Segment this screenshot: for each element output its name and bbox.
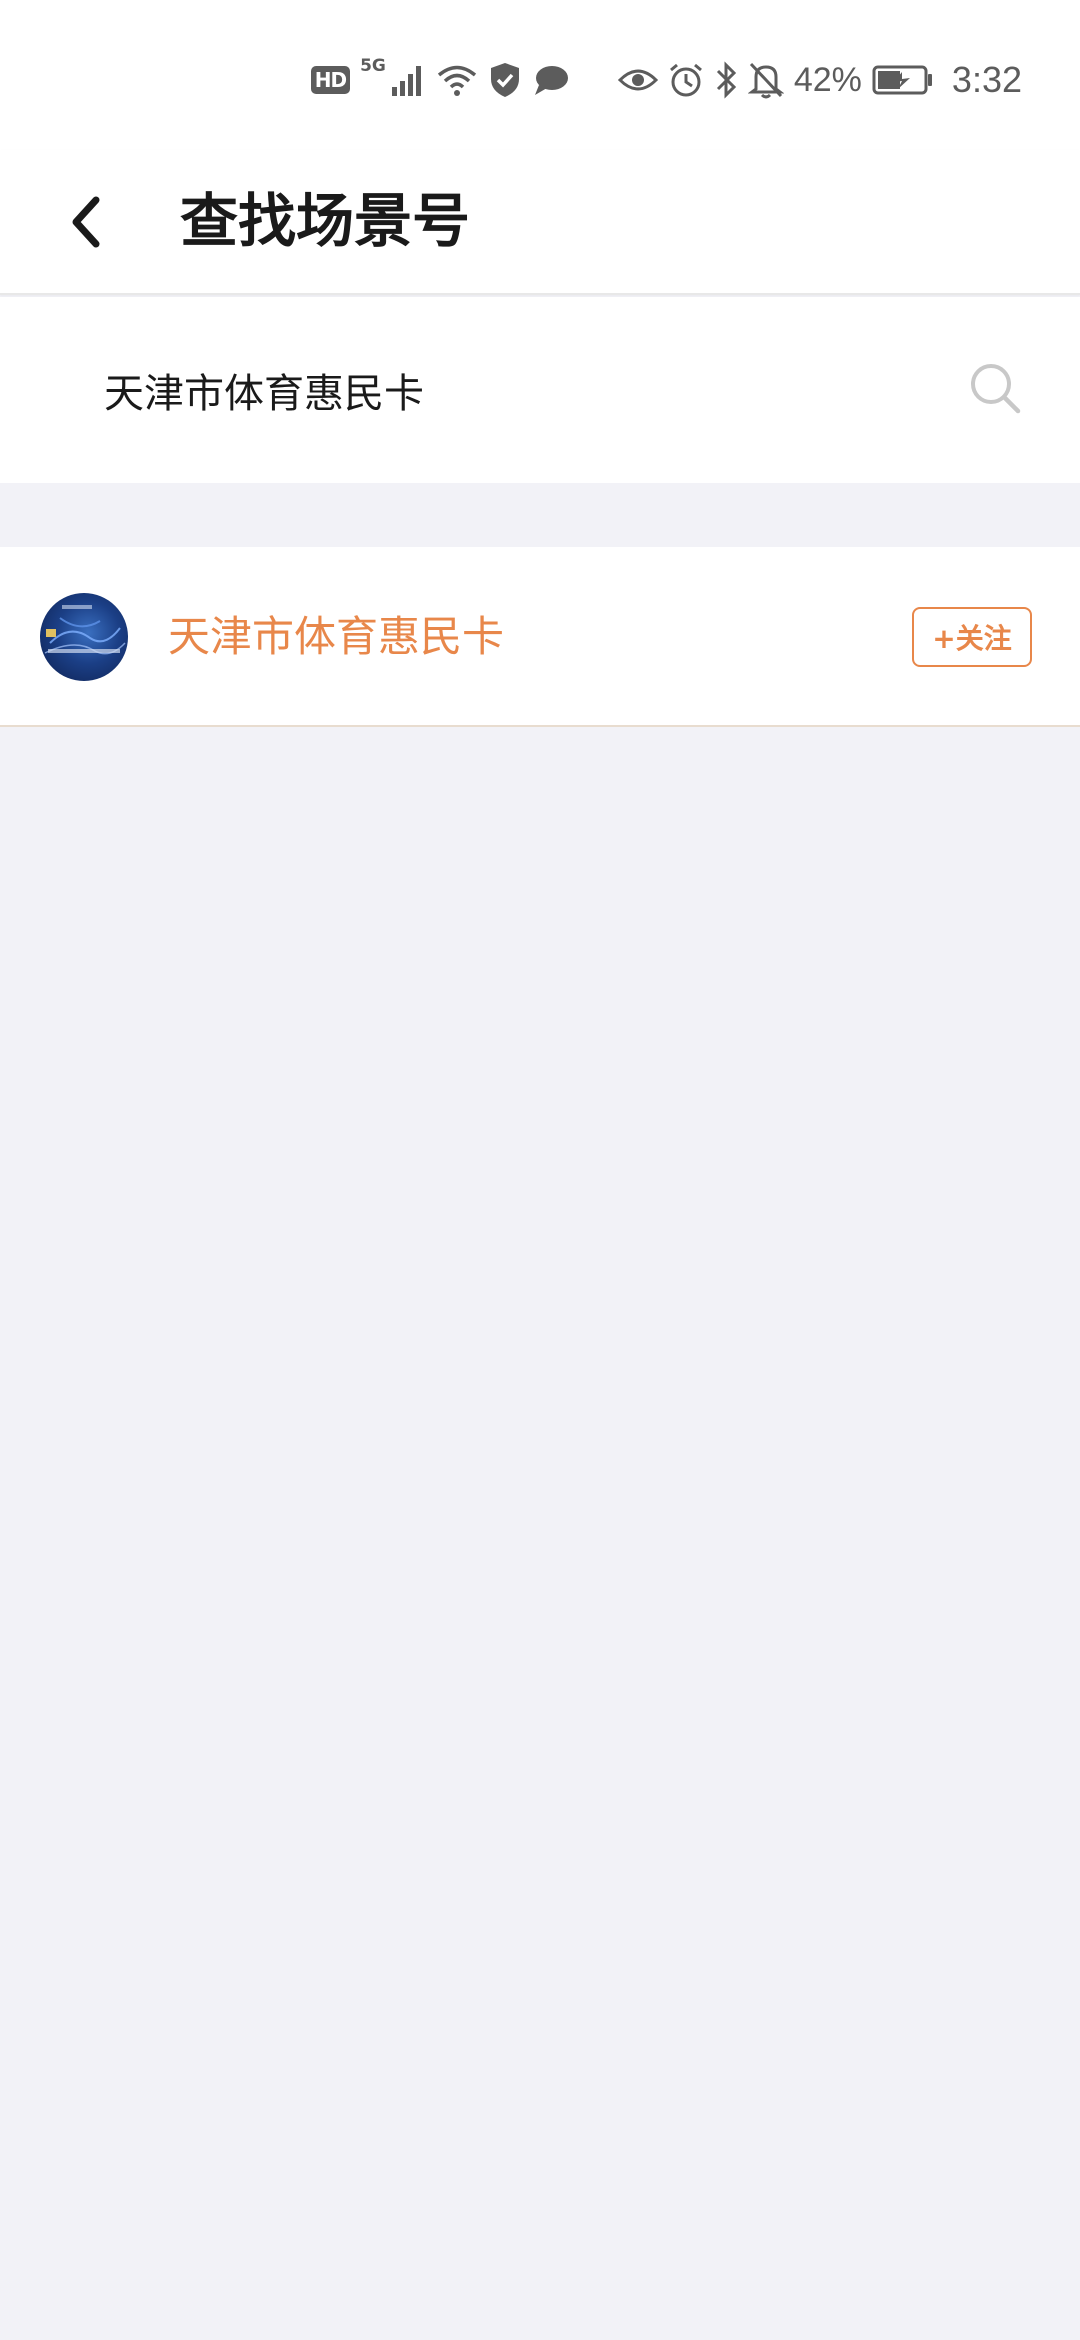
clock: 3:32 (951, 59, 1022, 100)
result-list: 天津市体育惠民卡 +关注 (0, 547, 1080, 727)
result-name: 天津市体育惠民卡 (168, 612, 505, 661)
search-icon (971, 364, 1021, 414)
wifi-icon (436, 63, 478, 97)
app-header: 查找场景号 (0, 150, 1080, 295)
search-button[interactable] (966, 359, 1026, 419)
follow-button[interactable]: +关注 (912, 607, 1032, 667)
bell-off-icon (747, 61, 784, 99)
hd-icon: HD (310, 66, 351, 94)
signal-icon (390, 63, 426, 97)
eye-icon (617, 65, 658, 95)
network-type-label: 5G (360, 56, 386, 76)
chevron-left-icon (72, 196, 100, 248)
battery-percent: 42% (793, 60, 862, 99)
list-item[interactable]: 天津市体育惠民卡 +关注 (0, 547, 1080, 727)
search-bar (0, 297, 1080, 483)
status-icons: HD 5G 42% 3:32 (310, 54, 1022, 106)
avatar (40, 593, 128, 681)
search-input[interactable] (104, 347, 924, 433)
page-title: 查找场景号 (180, 187, 471, 255)
back-button[interactable] (58, 184, 114, 260)
alarm-icon (668, 62, 704, 98)
battery-icon (872, 64, 934, 96)
status-bar: HD 5G 42% 3:32 (0, 0, 1080, 150)
shield-icon (488, 61, 522, 99)
message-icon (532, 63, 570, 97)
bluetooth-icon (714, 61, 738, 99)
